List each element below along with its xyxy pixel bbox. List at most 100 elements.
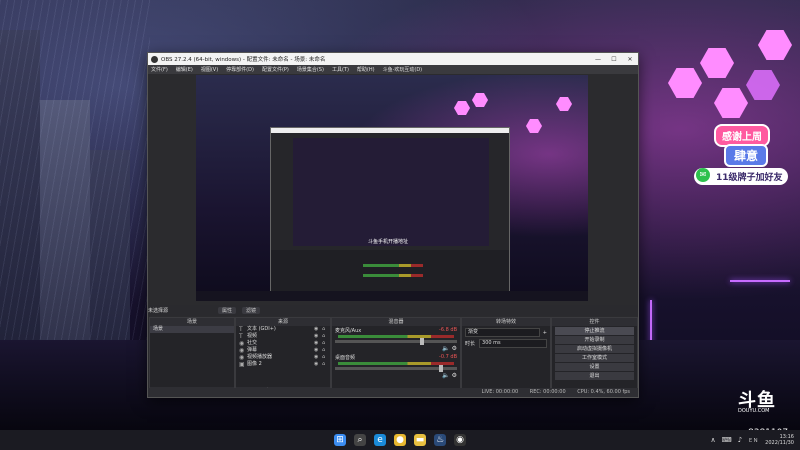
tray-overflow-icon[interactable]: ∧ (710, 436, 715, 444)
steam-icon[interactable]: ♨ (434, 434, 446, 446)
thanks-badge: 感谢上周 肆意 ✉ 11级牌子加好友 (688, 124, 800, 190)
menu-docks[interactable]: 停靠部件(D) (226, 66, 254, 73)
source-label: 视频播放器 (247, 354, 273, 360)
obs-icon[interactable]: ◉ (454, 434, 466, 446)
chrome-icon[interactable]: ● (394, 434, 406, 446)
maximize-button[interactable]: ☐ (606, 56, 622, 63)
add-transition-icon[interactable]: + (543, 330, 547, 336)
transitions-header: 转场特效 (462, 318, 550, 326)
source-item[interactable]: ◉ 社交 ◉ ⌂ (236, 340, 330, 347)
lock-icon[interactable]: ⌂ (322, 326, 330, 333)
neon-hexagon (746, 70, 780, 100)
virtual-camera-button[interactable]: 启动虚拟摄像机 (555, 345, 634, 353)
neon-hexagon (700, 48, 734, 78)
channel-db: -6.8 dB (439, 327, 457, 333)
windows-start-icon[interactable]: ⊞ (334, 434, 346, 446)
volume-meter (338, 335, 454, 338)
menu-douyu[interactable]: 斗鱼-欢玩互动(D) (383, 66, 423, 73)
eye-icon[interactable]: ◉ (314, 340, 322, 347)
studio-mode-button[interactable]: 工作室模式 (555, 354, 634, 362)
eye-icon[interactable]: ◉ (314, 354, 322, 361)
clock[interactable]: 13:16 2022/11/30 (765, 434, 794, 446)
obs-window: OBS 27.2.4 (64-bit, windows) - 配置文件: 未命名… (147, 52, 639, 398)
gear-icon[interactable]: ⚙ (452, 372, 457, 379)
status-bar: LIVE: 00:00:00 REC: 00:00:00 CPU: 0.4%, … (148, 388, 638, 397)
channel-db: -0.7 dB (439, 354, 457, 360)
lock-icon[interactable]: ⌂ (322, 340, 330, 347)
douyu-logo: 斗鱼 DOUYU.COM (738, 386, 776, 414)
controls-header: 控件 (552, 318, 637, 326)
volume-icon[interactable]: ♪ (738, 436, 742, 444)
folder-icon[interactable]: ▬ (414, 434, 426, 446)
keyboard-icon[interactable]: ⌨ (722, 436, 732, 444)
menu-view[interactable]: 视图(V) (201, 66, 218, 73)
transition-select[interactable]: 渐变 (465, 328, 540, 337)
duration-input[interactable]: 300 ms (479, 339, 547, 348)
sources-dock: 来源 T 文本 (GDI+) ◉ ⌂ T 视频 ◉ ⌂ ◉ 社交 ◉ ⌂ ◉ 弹幕 ◉ ⌂ ◉ 视频播放器… (235, 317, 331, 397)
source-label: 图像 2 (247, 361, 262, 367)
controls-dock: 控件 停止推流 开始录制 启动虚拟摄像机 工作室模式 设置 退出 (551, 317, 638, 397)
scene-item[interactable]: 场景 (150, 326, 234, 333)
source-item[interactable]: T 文本 (GDI+) ◉ ⌂ (236, 326, 330, 333)
lock-icon[interactable]: ⌂ (322, 347, 330, 354)
minimize-button[interactable]: — (590, 56, 606, 63)
gear-icon[interactable]: ⚙ (452, 345, 457, 352)
windows-taskbar: ⊞ ⌕ e ● ▬ ♨ ◉ ∧ ⌨ ♪ ＥＮ 13:16 2022/11/30 (0, 430, 800, 450)
lock-icon[interactable]: ⌂ (322, 333, 330, 340)
lock-icon[interactable]: ⌂ (322, 354, 330, 361)
speaker-icon[interactable]: 🔈 (442, 372, 449, 379)
lock-icon[interactable]: ⌂ (322, 361, 330, 368)
settings-button[interactable]: 设置 (555, 363, 634, 371)
neon-hexagon (758, 30, 792, 60)
obs-titlebar[interactable]: OBS 27.2.4 (64-bit, windows) - 配置文件: 未命名… (148, 53, 638, 65)
menu-scene-collection[interactable]: 场景集合(S) (297, 66, 324, 73)
menu-help[interactable]: 帮助(H) (357, 66, 375, 73)
neon-hexagon (714, 88, 748, 118)
live-status: LIVE: 00:00:00 (481, 389, 519, 395)
menu-edit[interactable]: 编辑(E) (176, 66, 193, 73)
source-label: 文本 (GDI+) (247, 326, 276, 332)
source-item[interactable]: ◉ 视频播放器 ◉ ⌂ (236, 354, 330, 361)
transitions-dock: 转场特效 渐变 + 时长 300 ms (461, 317, 551, 397)
eye-icon[interactable]: ◉ (314, 326, 322, 333)
menu-profile[interactable]: 配置文件(P) (262, 66, 289, 73)
eye-icon[interactable]: ◉ (314, 347, 322, 354)
text-source-icon: T (239, 333, 243, 340)
volume-slider[interactable] (335, 338, 457, 345)
start-recording-button[interactable]: 开始录制 (555, 336, 634, 344)
volume-knob[interactable] (420, 338, 425, 345)
window-title: OBS 27.2.4 (64-bit, windows) - 配置文件: 未命名… (161, 57, 326, 63)
preview-caption: 斗鱼手机开播地址 (368, 239, 409, 245)
rec-status: REC: 00:00:00 (529, 389, 566, 395)
eye-icon[interactable]: ◉ (314, 361, 322, 368)
browser-source-icon: ◉ (239, 340, 245, 347)
edge-icon[interactable]: e (374, 434, 386, 446)
volume-slider[interactable] (335, 365, 457, 372)
menu-tools[interactable]: 工具(T) (332, 66, 349, 73)
language-icon[interactable]: ＥＮ (748, 437, 758, 444)
source-item[interactable]: ◉ 弹幕 ◉ ⌂ (236, 347, 330, 354)
clock-date: 2022/11/30 (765, 440, 794, 446)
exit-button[interactable]: 退出 (555, 372, 634, 380)
nested-taskbar (196, 291, 588, 301)
channel-name: 桌面音频 (335, 355, 356, 361)
wechat-pill: ✉ 11级牌子加好友 (694, 168, 788, 185)
wechat-icon: ✉ (696, 168, 710, 182)
properties-button[interactable]: 属性 (218, 307, 237, 314)
neon-light (730, 280, 790, 282)
source-item[interactable]: T 视频 ◉ ⌂ (236, 333, 330, 340)
eye-icon[interactable]: ◉ (314, 333, 322, 340)
preview-canvas[interactable]: 斗鱼手机开播地址 (196, 75, 588, 301)
volume-knob[interactable] (438, 365, 443, 372)
stop-streaming-button[interactable]: 停止推流 (555, 327, 634, 335)
mixer-channel: 桌面音频 -0.7 dB 🔈 ⚙ (332, 353, 460, 380)
speaker-icon[interactable]: 🔈 (442, 345, 449, 352)
neon-hexagon (668, 68, 702, 98)
menu-bar: 文件(F) 编辑(E) 视图(V) 停靠部件(D) 配置文件(P) 场景集合(S… (148, 65, 638, 74)
source-item[interactable]: ▣ 图像 2 ◉ ⌂ (236, 361, 330, 368)
menu-file[interactable]: 文件(F) (151, 66, 168, 73)
filters-button[interactable]: 滤镜 (242, 307, 261, 314)
close-button[interactable]: ✕ (622, 56, 638, 63)
search-icon[interactable]: ⌕ (354, 434, 366, 446)
nested-preview (293, 138, 489, 246)
